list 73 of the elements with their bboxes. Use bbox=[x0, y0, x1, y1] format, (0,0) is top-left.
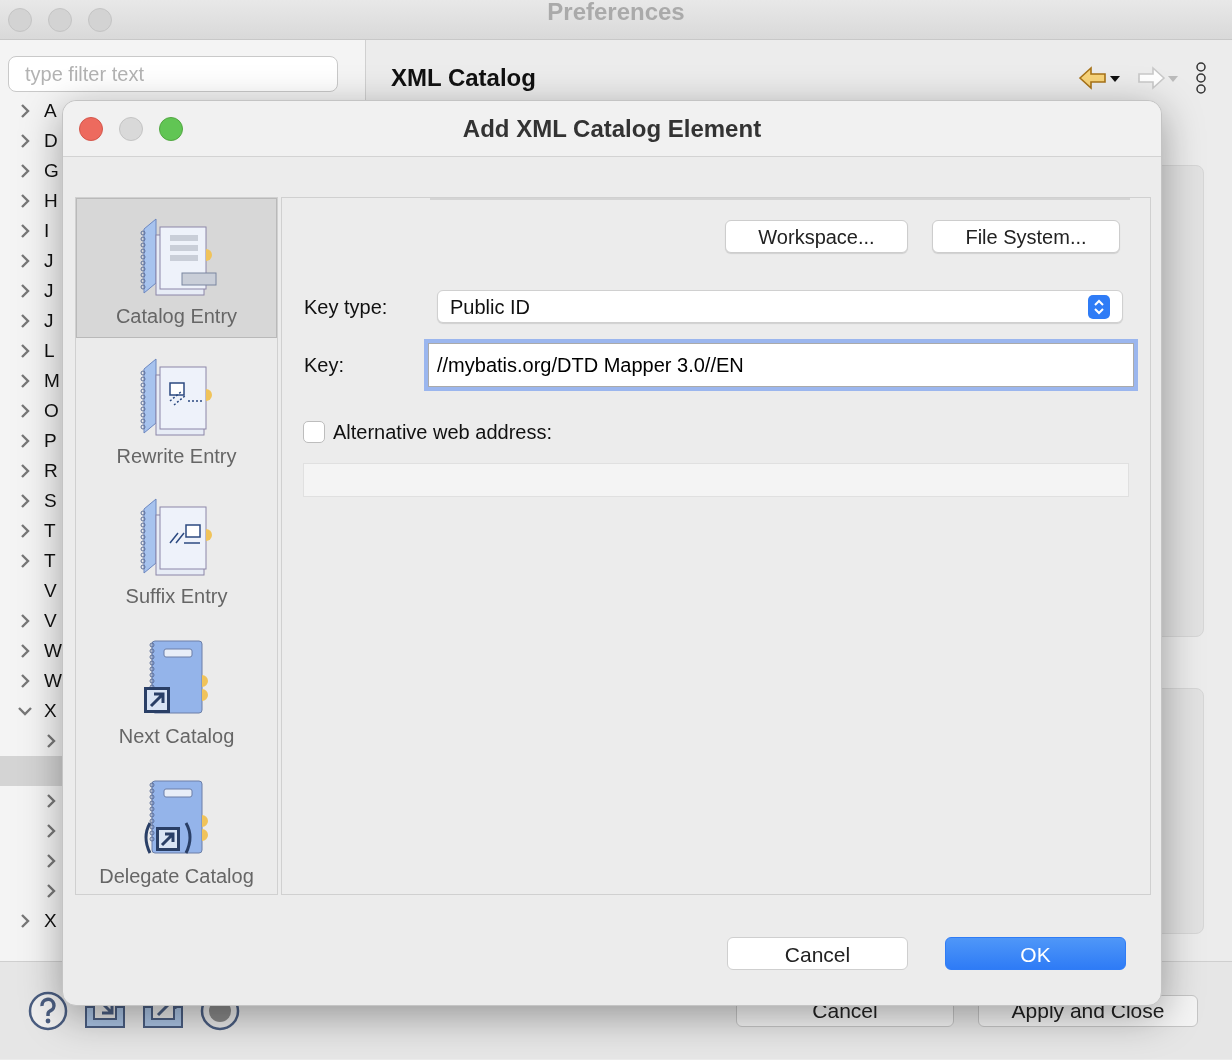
expand-icon[interactable] bbox=[44, 794, 58, 808]
expand-icon[interactable] bbox=[18, 134, 32, 148]
tree-item[interactable]: R bbox=[44, 456, 58, 486]
checkbox-label: Alternative web address: bbox=[333, 420, 552, 445]
field-label: Key: bbox=[304, 353, 346, 378]
expand-icon[interactable] bbox=[18, 644, 32, 658]
tree-item[interactable]: W bbox=[44, 666, 62, 696]
zoom-button[interactable] bbox=[159, 116, 183, 141]
expand-icon[interactable] bbox=[18, 914, 32, 928]
entry-type-item[interactable]: Delegate Catalog bbox=[76, 758, 277, 898]
expand-icon[interactable] bbox=[18, 284, 32, 298]
tree-item[interactable]: X bbox=[44, 696, 57, 726]
expand-icon[interactable] bbox=[18, 344, 32, 358]
expand-icon[interactable] bbox=[18, 254, 32, 268]
help-icon[interactable] bbox=[28, 990, 68, 1031]
entry-type-item[interactable]: Catalog Entry bbox=[76, 198, 277, 338]
expand-icon[interactable] bbox=[18, 524, 32, 538]
entry-type-item[interactable]: Rewrite Entry bbox=[76, 338, 277, 478]
tree-item[interactable]: M bbox=[44, 366, 60, 396]
ok-button[interactable]: OK bbox=[945, 937, 1126, 970]
collapse-icon[interactable] bbox=[18, 704, 32, 718]
tree-item[interactable]: H bbox=[44, 186, 58, 216]
page-title: XML Catalog bbox=[391, 63, 536, 93]
entry-type-item[interactable]: Suffix Entry bbox=[76, 478, 277, 618]
menu-icon[interactable] bbox=[1194, 62, 1208, 94]
entry-type-item[interactable]: Next Catalog bbox=[76, 618, 277, 758]
back-icon[interactable] bbox=[1078, 66, 1120, 90]
tree-item[interactable]: X bbox=[44, 906, 57, 936]
workspace-button[interactable]: Workspace... bbox=[725, 220, 908, 253]
expand-icon[interactable] bbox=[18, 194, 32, 208]
expand-icon[interactable] bbox=[18, 314, 32, 328]
tree-item[interactable]: J bbox=[44, 276, 54, 306]
expand-icon[interactable] bbox=[18, 374, 32, 388]
expand-icon[interactable] bbox=[18, 614, 32, 628]
expand-icon[interactable] bbox=[44, 884, 58, 898]
expand-icon[interactable] bbox=[18, 674, 32, 688]
field-label: Key type: bbox=[304, 294, 389, 320]
expand-icon[interactable] bbox=[18, 464, 32, 478]
key-type-select[interactable]: Public ID bbox=[437, 290, 1123, 323]
expand-icon[interactable] bbox=[18, 434, 32, 448]
tree-item[interactable]: J bbox=[44, 306, 54, 336]
tree-item[interactable]: T bbox=[44, 546, 56, 576]
tree-item[interactable]: P bbox=[44, 426, 57, 456]
tree-item[interactable]: I bbox=[44, 216, 50, 246]
tree-item[interactable]: V bbox=[44, 576, 57, 606]
expand-icon[interactable] bbox=[18, 164, 32, 178]
checkbox[interactable] bbox=[303, 421, 325, 443]
tree-item[interactable]: A bbox=[44, 96, 57, 126]
tree-item[interactable]: S bbox=[44, 486, 57, 516]
window-title: Preferences bbox=[547, 0, 685, 24]
expand-icon[interactable] bbox=[18, 404, 32, 418]
tree-item[interactable]: W bbox=[44, 636, 62, 666]
tree-item[interactable]: J bbox=[44, 246, 54, 276]
filter-field[interactable]: type filter text bbox=[8, 56, 338, 92]
tree-item[interactable]: G bbox=[44, 156, 59, 186]
dialog-title: Add XML Catalog Element bbox=[462, 114, 762, 144]
expand-icon[interactable] bbox=[18, 554, 32, 568]
tree-item[interactable]: D bbox=[44, 126, 58, 156]
tree-item[interactable]: T bbox=[44, 516, 56, 546]
expand-icon[interactable] bbox=[18, 104, 32, 118]
expand-icon[interactable] bbox=[44, 734, 58, 748]
key-field[interactable]: //mybatis.org/DTD Mapper 3.0//EN bbox=[428, 343, 1134, 387]
tree-item[interactable]: L bbox=[44, 336, 55, 366]
expand-icon[interactable] bbox=[18, 224, 32, 238]
stepper-icon bbox=[1088, 294, 1110, 319]
expand-icon[interactable] bbox=[44, 824, 58, 838]
expand-icon[interactable] bbox=[18, 494, 32, 508]
tree-item[interactable]: V bbox=[44, 606, 57, 636]
tree-item[interactable]: O bbox=[44, 396, 59, 426]
file-system-button[interactable]: File System... bbox=[932, 220, 1120, 253]
expand-icon[interactable] bbox=[44, 854, 58, 868]
close-button[interactable] bbox=[79, 116, 103, 141]
cancel-button[interactable]: Cancel bbox=[727, 937, 908, 970]
